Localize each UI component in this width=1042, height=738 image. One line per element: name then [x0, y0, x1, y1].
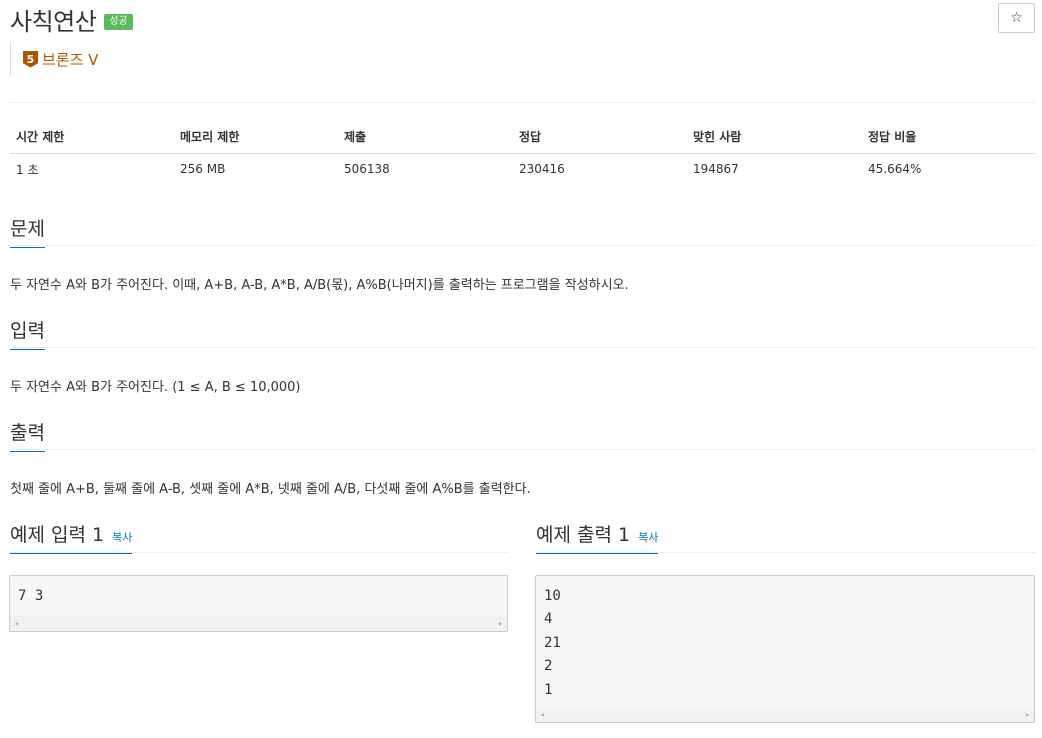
bronze-tier-icon: 5: [23, 50, 38, 68]
sample-output-heading: 예제 출력 1 복사: [536, 520, 659, 554]
sample-output-lines: 10 4 21 2 1: [536, 576, 1034, 702]
output-heading: 출력: [10, 418, 45, 452]
sample-input-box[interactable]: 7 3 ◂ ▸: [9, 575, 508, 632]
info-header-ratio: 정답 비율: [862, 121, 1035, 154]
info-header-submissions: 제출: [338, 121, 513, 154]
sample-output-title: 예제 출력 1: [536, 524, 631, 546]
sample-input-scrollbar[interactable]: ◂ ▸: [10, 616, 507, 631]
problem-header: 사칙연산 성공: [10, 2, 133, 36]
info-header-accepted: 정답: [513, 121, 687, 154]
scroll-right-icon[interactable]: ▸: [498, 619, 503, 628]
scroll-left-icon[interactable]: ◂: [14, 619, 19, 628]
output-text: 첫째 줄에 A+B, 둘째 줄에 A-B, 셋째 줄에 A*B, 넷째 줄에 A…: [10, 482, 531, 497]
scroll-left-icon[interactable]: ◂: [540, 710, 545, 719]
header-divider: [10, 102, 1035, 103]
sample-output-line: 4: [544, 611, 553, 628]
description-divider: [10, 245, 1035, 246]
info-submissions[interactable]: 506138: [338, 153, 513, 185]
info-value-row: 1 초 256 MB 506138 230416 194867 45.664%: [10, 153, 1035, 185]
sample-output-line: 21: [544, 634, 561, 651]
description-text: 두 자연수 A와 B가 주어진다. 이때, A+B, A-B, A*B, A/B…: [10, 278, 629, 293]
info-header-time-limit: 시간 제한: [10, 121, 174, 154]
problem-info-table: 시간 제한 메모리 제한 제출 정답 맞힌 사람 정답 비율 1 초 256 M…: [10, 121, 1035, 185]
info-header-solved-users: 맞힌 사람: [687, 121, 862, 154]
input-text: 두 자연수 A와 B가 주어진다. (1 ≤ A, B ≤ 10,000): [10, 380, 301, 395]
sample-output-scrollbar[interactable]: ◂ ▸: [536, 707, 1034, 722]
info-accepted[interactable]: 230416: [513, 153, 687, 185]
scroll-right-icon[interactable]: ▸: [1025, 710, 1030, 719]
sample-input-divider: [10, 552, 508, 553]
copy-sample-output-button[interactable]: 복사: [638, 529, 658, 545]
sample-output-line: 10: [544, 588, 561, 604]
info-time-limit: 1 초: [16, 162, 39, 177]
info-solved-users[interactable]: 194867: [687, 153, 862, 185]
info-header-row: 시간 제한 메모리 제한 제출 정답 맞힌 사람 정답 비율: [10, 121, 1035, 154]
tier-text: 브론즈 V: [42, 50, 99, 69]
sample-output-line: 2: [544, 658, 553, 675]
sample-input-heading: 예제 입력 1 복사: [10, 520, 133, 554]
output-divider: [10, 449, 1035, 450]
info-memory-limit: 256 MB: [180, 162, 226, 177]
status-badge: 성공: [104, 14, 133, 30]
problem-title: 사칙연산: [10, 7, 97, 36]
info-header-memory-limit: 메모리 제한: [174, 121, 338, 154]
sample-output-line: 1: [544, 681, 553, 698]
sample-input-title: 예제 입력 1: [10, 524, 105, 546]
input-divider: [10, 347, 1035, 348]
info-ratio: 45.664%: [868, 162, 922, 177]
sample-output-divider: [536, 552, 1035, 553]
copy-sample-input-button[interactable]: 복사: [112, 529, 132, 545]
description-heading: 문제: [10, 214, 45, 248]
input-heading: 입력: [10, 316, 45, 350]
favorite-button[interactable]: ☆: [998, 3, 1035, 33]
tier-label[interactable]: 5 브론즈 V: [10, 42, 98, 76]
sample-input-line: 7 3: [18, 588, 44, 604]
star-icon: ☆: [1010, 10, 1023, 26]
sample-output-box[interactable]: 10 4 21 2 1 ◂ ▸: [535, 575, 1035, 723]
sample-input-lines: 7 3: [10, 576, 507, 608]
